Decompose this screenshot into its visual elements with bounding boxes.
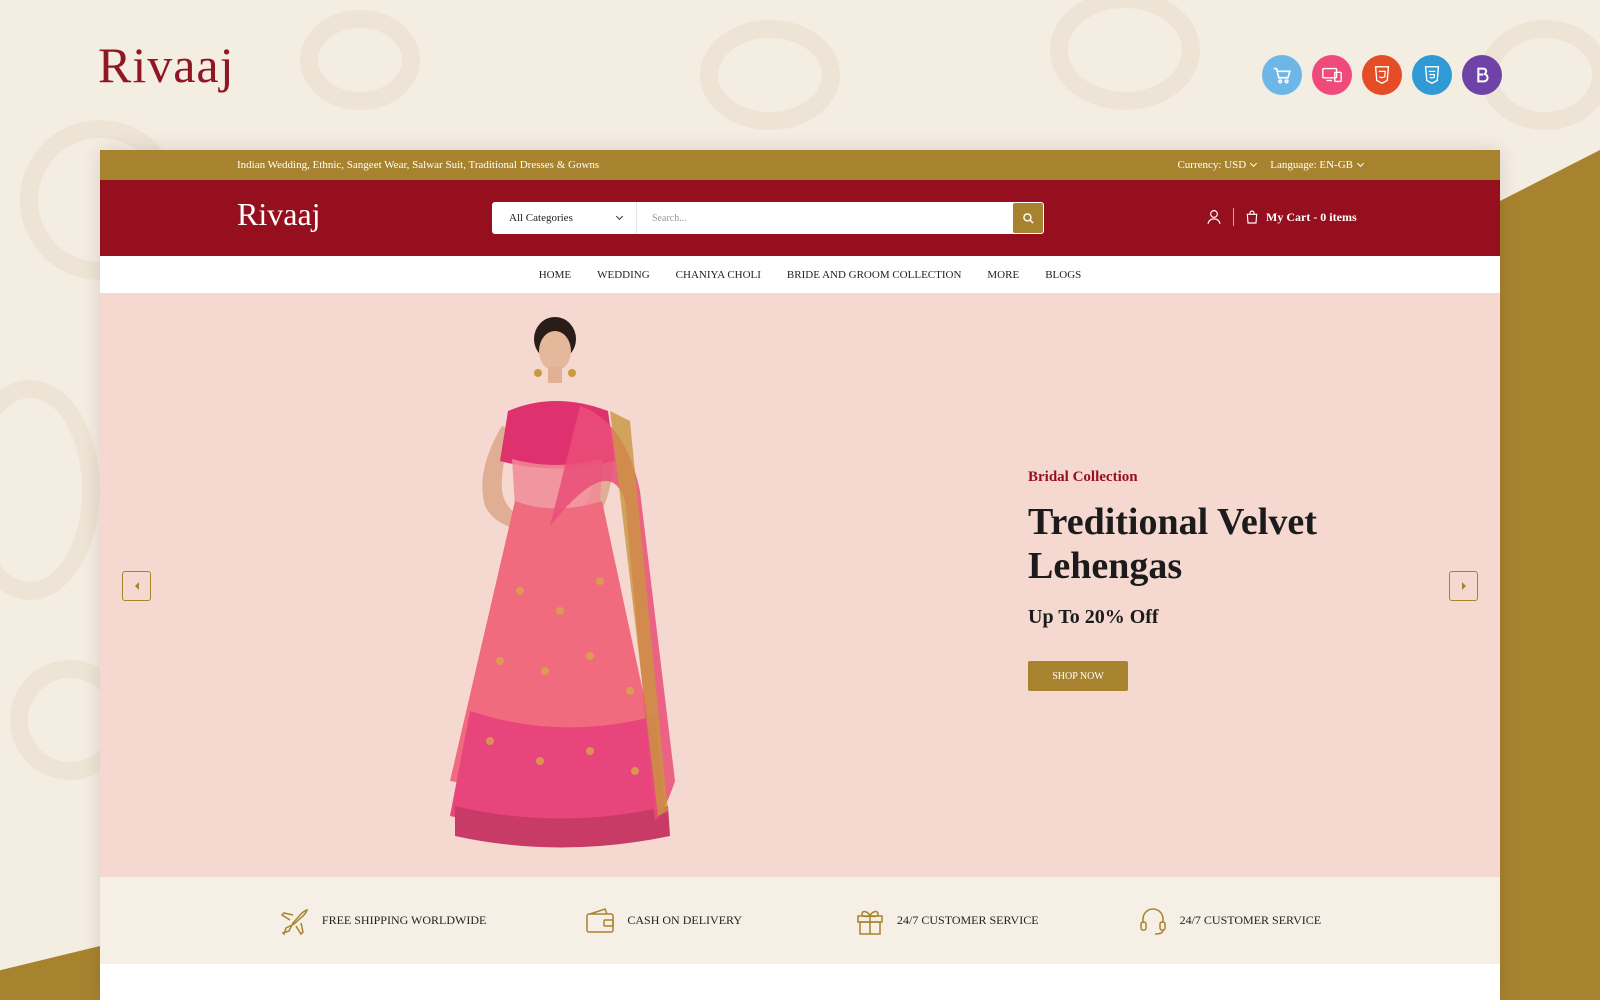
currency-dropdown[interactable]: Currency: USD bbox=[1177, 159, 1258, 171]
css3-icon bbox=[1412, 55, 1452, 95]
feature-label: 24/7 CUSTOMER SERVICE bbox=[897, 913, 1039, 927]
airplane-icon bbox=[280, 908, 309, 935]
nav-item-more[interactable]: MORE bbox=[987, 269, 1019, 281]
currency-label: Currency: USD bbox=[1177, 159, 1247, 171]
main-nav: HOME WEDDING CHANIYA CHOLI BRIDE AND GRO… bbox=[100, 256, 1500, 293]
chevron-down-icon bbox=[615, 212, 624, 221]
feature-support: 24/7 CUSTOMER SERVICE bbox=[1137, 905, 1322, 937]
feature-label: CASH ON DELIVERY bbox=[627, 913, 743, 927]
account-cart-area: My Cart - 0 items bbox=[1205, 208, 1357, 226]
caret-right-icon bbox=[1461, 582, 1466, 590]
tagline: Indian Wedding, Ethnic, Sangeet Wear, Sa… bbox=[237, 159, 600, 171]
brand-logo: Rivaaj bbox=[98, 37, 235, 93]
shop-now-button[interactable]: SHOP NOW bbox=[1028, 661, 1128, 691]
search-button[interactable] bbox=[1013, 203, 1043, 233]
slider-prev-button[interactable] bbox=[122, 571, 151, 601]
nav-item-bride-groom[interactable]: BRIDE AND GROOM COLLECTION bbox=[787, 269, 961, 281]
gift-icon bbox=[857, 910, 883, 935]
feature-shipping: FREE SHIPPING WORLDWIDE bbox=[279, 905, 486, 937]
hero-content: Bridal Collection Treditional Velvet Leh… bbox=[1028, 469, 1388, 691]
tech-badges bbox=[1262, 55, 1502, 95]
category-select[interactable]: All Categories bbox=[492, 202, 637, 234]
chevron-down-icon bbox=[1250, 159, 1258, 168]
site-preview-frame: Indian Wedding, Ethnic, Sangeet Wear, Sa… bbox=[100, 150, 1500, 1000]
features-bar: FREE SHIPPING WORLDWIDE CASH ON DELIVERY… bbox=[100, 877, 1500, 964]
search-bar: All Categories Search... bbox=[492, 202, 1044, 234]
html5-icon bbox=[1362, 55, 1402, 95]
category-select-label: All Categories bbox=[509, 212, 573, 224]
feature-service: 24/7 CUSTOMER SERVICE bbox=[854, 905, 1039, 937]
hero-kicker: Bridal Collection bbox=[1028, 469, 1138, 485]
caret-left-icon bbox=[134, 582, 139, 590]
language-label: Language: EN-GB bbox=[1270, 159, 1353, 171]
hero-title: Treditional Velvet Lehengas bbox=[1028, 501, 1317, 587]
cart-icon bbox=[1262, 55, 1302, 95]
hero-subtitle: Up To 20% Off bbox=[1028, 606, 1159, 628]
nav-item-chaniya-choli[interactable]: CHANIYA CHOLI bbox=[676, 269, 761, 281]
search-icon bbox=[1022, 212, 1034, 224]
cart-button[interactable]: My Cart - 0 items bbox=[1244, 209, 1357, 225]
nav-item-blogs[interactable]: BLOGS bbox=[1045, 269, 1081, 281]
hero-slider: Bridal Collection Treditional Velvet Leh… bbox=[100, 293, 1500, 877]
slider-next-button[interactable] bbox=[1449, 571, 1478, 601]
divider bbox=[1233, 208, 1234, 226]
decorative-gold-shape-right bbox=[1500, 150, 1600, 1000]
search-input[interactable]: Search... bbox=[637, 202, 1013, 234]
model-lehenga-image bbox=[450, 317, 675, 848]
main-header: Rivaaj All Categories Search... My Cart … bbox=[100, 180, 1500, 256]
nav-item-wedding[interactable]: WEDDING bbox=[597, 269, 650, 281]
shopping-bag-icon bbox=[1246, 210, 1258, 224]
site-logo[interactable]: Rivaaj bbox=[237, 196, 321, 233]
bootstrap-icon bbox=[1462, 55, 1502, 95]
top-bar: Indian Wedding, Ethnic, Sangeet Wear, Sa… bbox=[100, 150, 1500, 180]
headset-icon bbox=[1139, 907, 1166, 935]
nav-item-home[interactable]: HOME bbox=[539, 269, 571, 281]
cart-label: My Cart - 0 items bbox=[1266, 209, 1357, 224]
chevron-down-icon bbox=[1356, 159, 1365, 168]
wallet-icon bbox=[586, 907, 615, 933]
feature-label: FREE SHIPPING WORLDWIDE bbox=[321, 913, 487, 927]
responsive-icon bbox=[1312, 55, 1352, 95]
user-icon[interactable] bbox=[1205, 208, 1223, 226]
feature-label: 24/7 CUSTOMER SERVICE bbox=[1179, 913, 1322, 927]
language-dropdown[interactable]: Language: EN-GB bbox=[1270, 159, 1365, 171]
feature-cod: CASH ON DELIVERY bbox=[584, 905, 742, 937]
